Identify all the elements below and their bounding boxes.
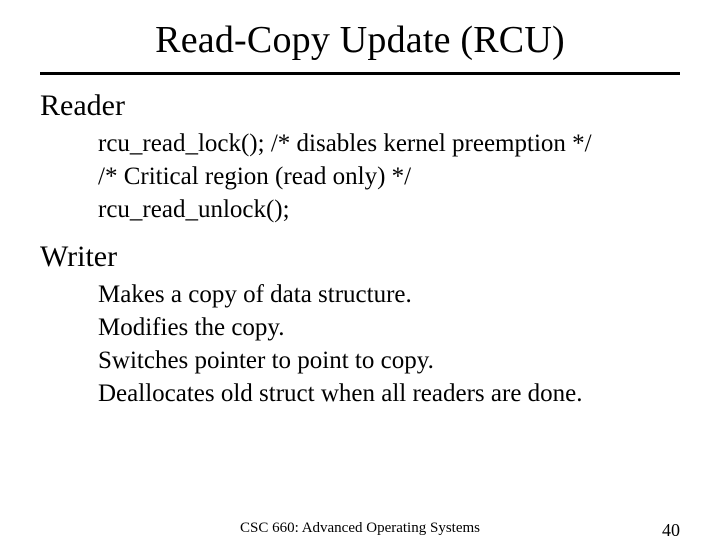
reader-line: /* Critical region (read only) */	[98, 160, 680, 193]
reader-line: rcu_read_unlock();	[98, 193, 680, 226]
slide: Read-Copy Update (RCU) Reader rcu_read_l…	[0, 0, 720, 540]
footer-page-number: 40	[662, 520, 680, 541]
writer-line: Modifies the copy.	[98, 311, 680, 344]
title-rule	[40, 72, 680, 75]
footer-course: CSC 660: Advanced Operating Systems	[0, 520, 720, 537]
writer-heading: Writer	[40, 240, 720, 274]
reader-line: rcu_read_lock(); /* disables kernel pree…	[98, 127, 680, 160]
writer-line: Makes a copy of data structure.	[98, 278, 680, 311]
writer-line: Switches pointer to point to copy.	[98, 344, 680, 377]
writer-line: Deallocates old struct when all readers …	[98, 377, 680, 410]
reader-heading: Reader	[40, 89, 720, 123]
slide-title: Read-Copy Update (RCU)	[0, 0, 720, 68]
